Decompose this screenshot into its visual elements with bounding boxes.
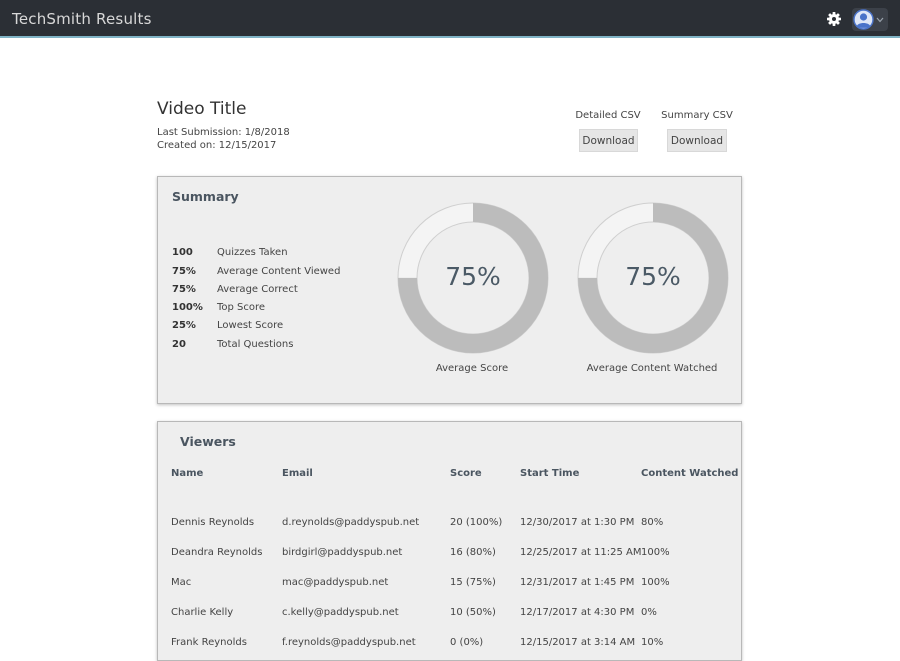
app-title: TechSmith Results [12, 10, 152, 28]
row-start-time: 12/30/2017 at 1:30 PM [520, 517, 635, 528]
row-content-watched: 100% [641, 547, 670, 558]
stat-value: 20 [172, 339, 186, 350]
row-email: f.reynolds@paddyspub.net [282, 637, 416, 648]
stat-label: Average Content Viewed [217, 266, 341, 277]
row-name: Mac [171, 577, 192, 588]
row-content-watched: 100% [641, 577, 670, 588]
detailed-csv-download-button[interactable]: Download [579, 129, 638, 152]
gear-icon[interactable] [826, 11, 842, 27]
row-score: 15 (75%) [450, 577, 496, 588]
stat-label: Average Correct [217, 284, 298, 295]
stat-value: 100% [172, 302, 203, 313]
summary-panel: Summary 100 Quizzes Taken 75% Average Co… [157, 176, 742, 404]
created-on: Created on: 12/15/2017 [157, 140, 277, 151]
row-content-watched: 80% [641, 517, 664, 528]
row-score: 10 (50%) [450, 607, 496, 618]
row-content-watched: 0% [641, 607, 657, 618]
stat-value: 75% [172, 266, 196, 277]
user-menu-button[interactable] [852, 8, 888, 31]
stat-value: 100 [172, 247, 193, 258]
average-content-watched-caption: Average Content Watched [586, 363, 718, 374]
column-header-name[interactable]: Name [171, 468, 203, 479]
row-score: 16 (80%) [450, 547, 496, 558]
row-email: mac@paddyspub.net [282, 577, 389, 588]
average-score-caption: Average Score [435, 363, 509, 374]
column-header-content-watched[interactable]: Content Watched [641, 468, 738, 479]
last-submission: Last Submission: 1/8/2018 [157, 127, 290, 138]
column-header-score[interactable]: Score [450, 468, 482, 479]
row-start-time: 12/31/2017 at 1:45 PM [520, 577, 635, 588]
viewers-heading: Viewers [180, 434, 236, 449]
row-start-time: 12/25/2017 at 11:25 AM [520, 547, 642, 558]
stat-value: 25% [172, 320, 196, 331]
row-email: c.kelly@paddyspub.net [282, 607, 399, 618]
average-content-watched-value: 75% [625, 262, 681, 291]
row-email: d.reynolds@paddyspub.net [282, 517, 420, 528]
column-header-email[interactable]: Email [282, 468, 313, 479]
viewers-panel: Viewers Name Email Score Start Time Cont… [157, 421, 742, 661]
row-name: Dennis Reynolds [171, 517, 255, 528]
summary-csv-label: Summary CSV [661, 110, 733, 121]
stat-label: Lowest Score [217, 320, 284, 331]
row-content-watched: 10% [641, 637, 664, 648]
row-start-time: 12/15/2017 at 3:14 AM [520, 637, 636, 648]
chevron-down-icon [876, 17, 884, 23]
row-email: birdgirl@paddyspub.net [282, 547, 403, 558]
row-start-time: 12/17/2017 at 4:30 PM [520, 607, 635, 618]
video-title: Video Title [157, 99, 247, 119]
row-name: Charlie Kelly [171, 607, 234, 618]
summary-csv-download-button[interactable]: Download [667, 129, 727, 152]
column-header-start-time[interactable]: Start Time [520, 468, 579, 479]
row-score: 0 (0%) [450, 637, 484, 648]
user-avatar-icon [853, 9, 874, 30]
row-name: Deandra Reynolds [171, 547, 263, 558]
average-score-value: 75% [445, 262, 501, 291]
row-score: 20 (100%) [450, 517, 503, 528]
stat-label: Quizzes Taken [217, 247, 288, 258]
detailed-csv-label: Detailed CSV [575, 110, 641, 121]
stat-value: 75% [172, 284, 196, 295]
top-bar: TechSmith Results [0, 0, 900, 38]
row-name: Frank Reynolds [171, 637, 247, 648]
stat-label: Total Questions [217, 339, 294, 350]
stat-label: Top Score [217, 302, 266, 313]
summary-heading: Summary [172, 189, 239, 204]
